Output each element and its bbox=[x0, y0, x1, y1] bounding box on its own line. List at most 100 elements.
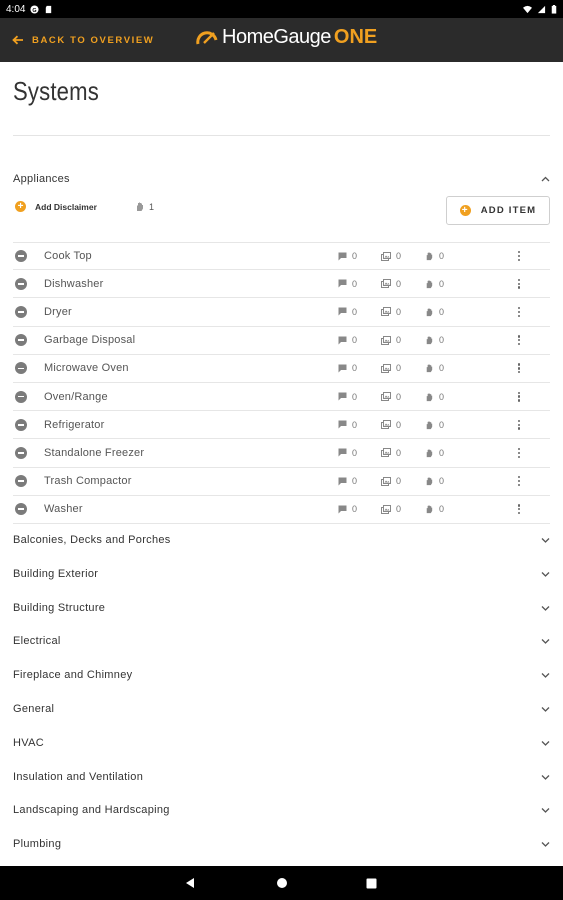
item-name[interactable]: Standalone Freezer bbox=[44, 447, 144, 459]
appliance-item-row[interactable]: Microwave Oven 0 0 0 bbox=[13, 355, 550, 383]
defects-count[interactable]: 0 bbox=[424, 307, 444, 317]
signal-icon bbox=[537, 5, 546, 13]
photos-count[interactable]: 0 bbox=[381, 335, 401, 345]
kebab-icon[interactable] bbox=[515, 361, 523, 375]
add-disclaimer-button[interactable]: + Add Disclaimer bbox=[15, 201, 97, 212]
photos-count[interactable]: 0 bbox=[381, 448, 401, 458]
section-header[interactable]: Landscaping and Hardscaping bbox=[13, 800, 550, 820]
section-header[interactable]: Plumbing bbox=[13, 834, 550, 854]
defects-count[interactable]: 0 bbox=[424, 476, 444, 486]
appliance-item-row[interactable]: Oven/Range 0 0 0 bbox=[13, 383, 550, 412]
minus-circle-icon[interactable] bbox=[15, 362, 27, 375]
section-header[interactable]: Electrical bbox=[13, 631, 550, 651]
section-header[interactable]: Building Structure bbox=[13, 598, 550, 618]
section-header[interactable]: Balconies, Decks and Porches bbox=[13, 530, 550, 550]
kebab-icon[interactable] bbox=[515, 333, 523, 347]
minus-circle-icon[interactable] bbox=[15, 503, 27, 516]
kebab-icon[interactable] bbox=[515, 390, 523, 404]
photos-icon bbox=[381, 307, 391, 317]
comments-count[interactable]: 0 bbox=[338, 251, 357, 261]
item-name[interactable]: Dryer bbox=[44, 306, 72, 318]
comments-count[interactable]: 0 bbox=[338, 363, 357, 373]
photos-count[interactable]: 0 bbox=[381, 392, 401, 402]
item-name[interactable]: Trash Compactor bbox=[44, 475, 132, 487]
comment-icon bbox=[338, 364, 347, 373]
item-name[interactable]: Cook Top bbox=[44, 250, 92, 262]
chevron-down-icon bbox=[540, 636, 550, 646]
section-header[interactable]: HVAC bbox=[13, 733, 550, 753]
chevron-down-icon bbox=[540, 569, 550, 579]
section-header[interactable]: General bbox=[13, 699, 550, 719]
appliance-item-row[interactable]: Dishwasher 0 0 0 bbox=[13, 270, 550, 299]
minus-circle-icon[interactable] bbox=[15, 334, 27, 347]
kebab-icon[interactable] bbox=[515, 446, 523, 460]
minus-circle-icon[interactable] bbox=[15, 250, 27, 263]
add-item-button[interactable]: + ADD ITEM bbox=[446, 196, 550, 225]
hand-icon bbox=[426, 364, 433, 373]
defects-count[interactable]: 0 bbox=[424, 504, 444, 514]
nav-home-icon[interactable] bbox=[276, 877, 288, 889]
appliance-item-row[interactable]: Cook Top 0 0 0 bbox=[13, 242, 550, 271]
section-header[interactable]: Fireplace and Chimney bbox=[13, 665, 550, 685]
comments-count[interactable]: 0 bbox=[338, 335, 357, 345]
comment-icon bbox=[338, 336, 347, 345]
photos-count[interactable]: 0 bbox=[381, 363, 401, 373]
minus-circle-icon[interactable] bbox=[15, 446, 27, 459]
kebab-icon[interactable] bbox=[515, 277, 523, 291]
comments-count[interactable]: 0 bbox=[338, 504, 357, 514]
add-circle-icon: + bbox=[459, 204, 471, 216]
item-name[interactable]: Washer bbox=[44, 503, 83, 515]
minus-circle-icon[interactable] bbox=[15, 277, 27, 290]
hand-icon bbox=[426, 336, 433, 345]
kebab-icon[interactable] bbox=[515, 305, 523, 319]
item-name[interactable]: Oven/Range bbox=[44, 391, 108, 403]
minus-circle-icon[interactable] bbox=[15, 418, 27, 431]
defects-count[interactable]: 0 bbox=[424, 363, 444, 373]
photos-count[interactable]: 0 bbox=[381, 420, 401, 430]
nav-back-icon[interactable] bbox=[185, 877, 195, 889]
kebab-icon[interactable] bbox=[515, 249, 523, 263]
kebab-icon[interactable] bbox=[515, 502, 523, 516]
defects-count[interactable]: 0 bbox=[424, 392, 444, 402]
item-name[interactable]: Dishwasher bbox=[44, 278, 103, 290]
item-name[interactable]: Garbage Disposal bbox=[44, 334, 135, 346]
photos-count[interactable]: 0 bbox=[381, 279, 401, 289]
section-header[interactable]: Building Exterior bbox=[13, 564, 550, 584]
back-to-overview-button[interactable]: BACK TO OVERVIEW bbox=[12, 35, 154, 46]
kebab-icon[interactable] bbox=[515, 418, 523, 432]
defects-count[interactable]: 0 bbox=[424, 251, 444, 261]
photos-count[interactable]: 0 bbox=[381, 504, 401, 514]
comments-count[interactable]: 0 bbox=[338, 279, 357, 289]
item-name[interactable]: Microwave Oven bbox=[44, 362, 129, 374]
appliance-item-row[interactable]: Garbage Disposal 0 0 0 bbox=[13, 327, 550, 355]
defects-count[interactable]: 0 bbox=[424, 279, 444, 289]
photos-count[interactable]: 0 bbox=[381, 251, 401, 261]
appliance-item-row[interactable]: Dryer 0 0 0 bbox=[13, 298, 550, 327]
kebab-icon[interactable] bbox=[515, 474, 523, 488]
appliance-item-row[interactable]: Washer 0 0 0 bbox=[13, 496, 550, 524]
appliance-item-row[interactable]: Standalone Freezer 0 0 0 bbox=[13, 439, 550, 468]
section-title: Appliances bbox=[13, 173, 70, 185]
appliance-item-row[interactable]: Refrigerator 0 0 0 bbox=[13, 411, 550, 440]
defects-count[interactable]: 0 bbox=[424, 420, 444, 430]
appliance-item-row[interactable]: Trash Compactor 0 0 0 bbox=[13, 468, 550, 496]
defects-count[interactable]: 0 bbox=[424, 335, 444, 345]
comments-count[interactable]: 0 bbox=[338, 448, 357, 458]
systems-content[interactable]: Systems Appliances + Add Disclaimer 1 + … bbox=[0, 62, 563, 866]
defects-count[interactable]: 0 bbox=[424, 448, 444, 458]
photos-count[interactable]: 0 bbox=[381, 476, 401, 486]
minus-circle-icon[interactable] bbox=[15, 305, 27, 318]
comments-count[interactable]: 0 bbox=[338, 392, 357, 402]
item-name[interactable]: Refrigerator bbox=[44, 419, 104, 431]
comments-count[interactable]: 0 bbox=[338, 420, 357, 430]
app-bar: BACK TO OVERVIEW HomeGauge ONE bbox=[0, 18, 563, 62]
comments-count[interactable]: 0 bbox=[338, 476, 357, 486]
comments-count[interactable]: 0 bbox=[338, 307, 357, 317]
nav-recents-icon[interactable] bbox=[366, 878, 377, 889]
photos-count[interactable]: 0 bbox=[381, 307, 401, 317]
section-header[interactable]: Insulation and Ventilation bbox=[13, 767, 550, 787]
minus-circle-icon[interactable] bbox=[15, 390, 27, 403]
minus-circle-icon[interactable] bbox=[15, 475, 27, 488]
page-title: Systems bbox=[13, 76, 99, 106]
section-header-appliances[interactable]: Appliances bbox=[13, 169, 550, 189]
